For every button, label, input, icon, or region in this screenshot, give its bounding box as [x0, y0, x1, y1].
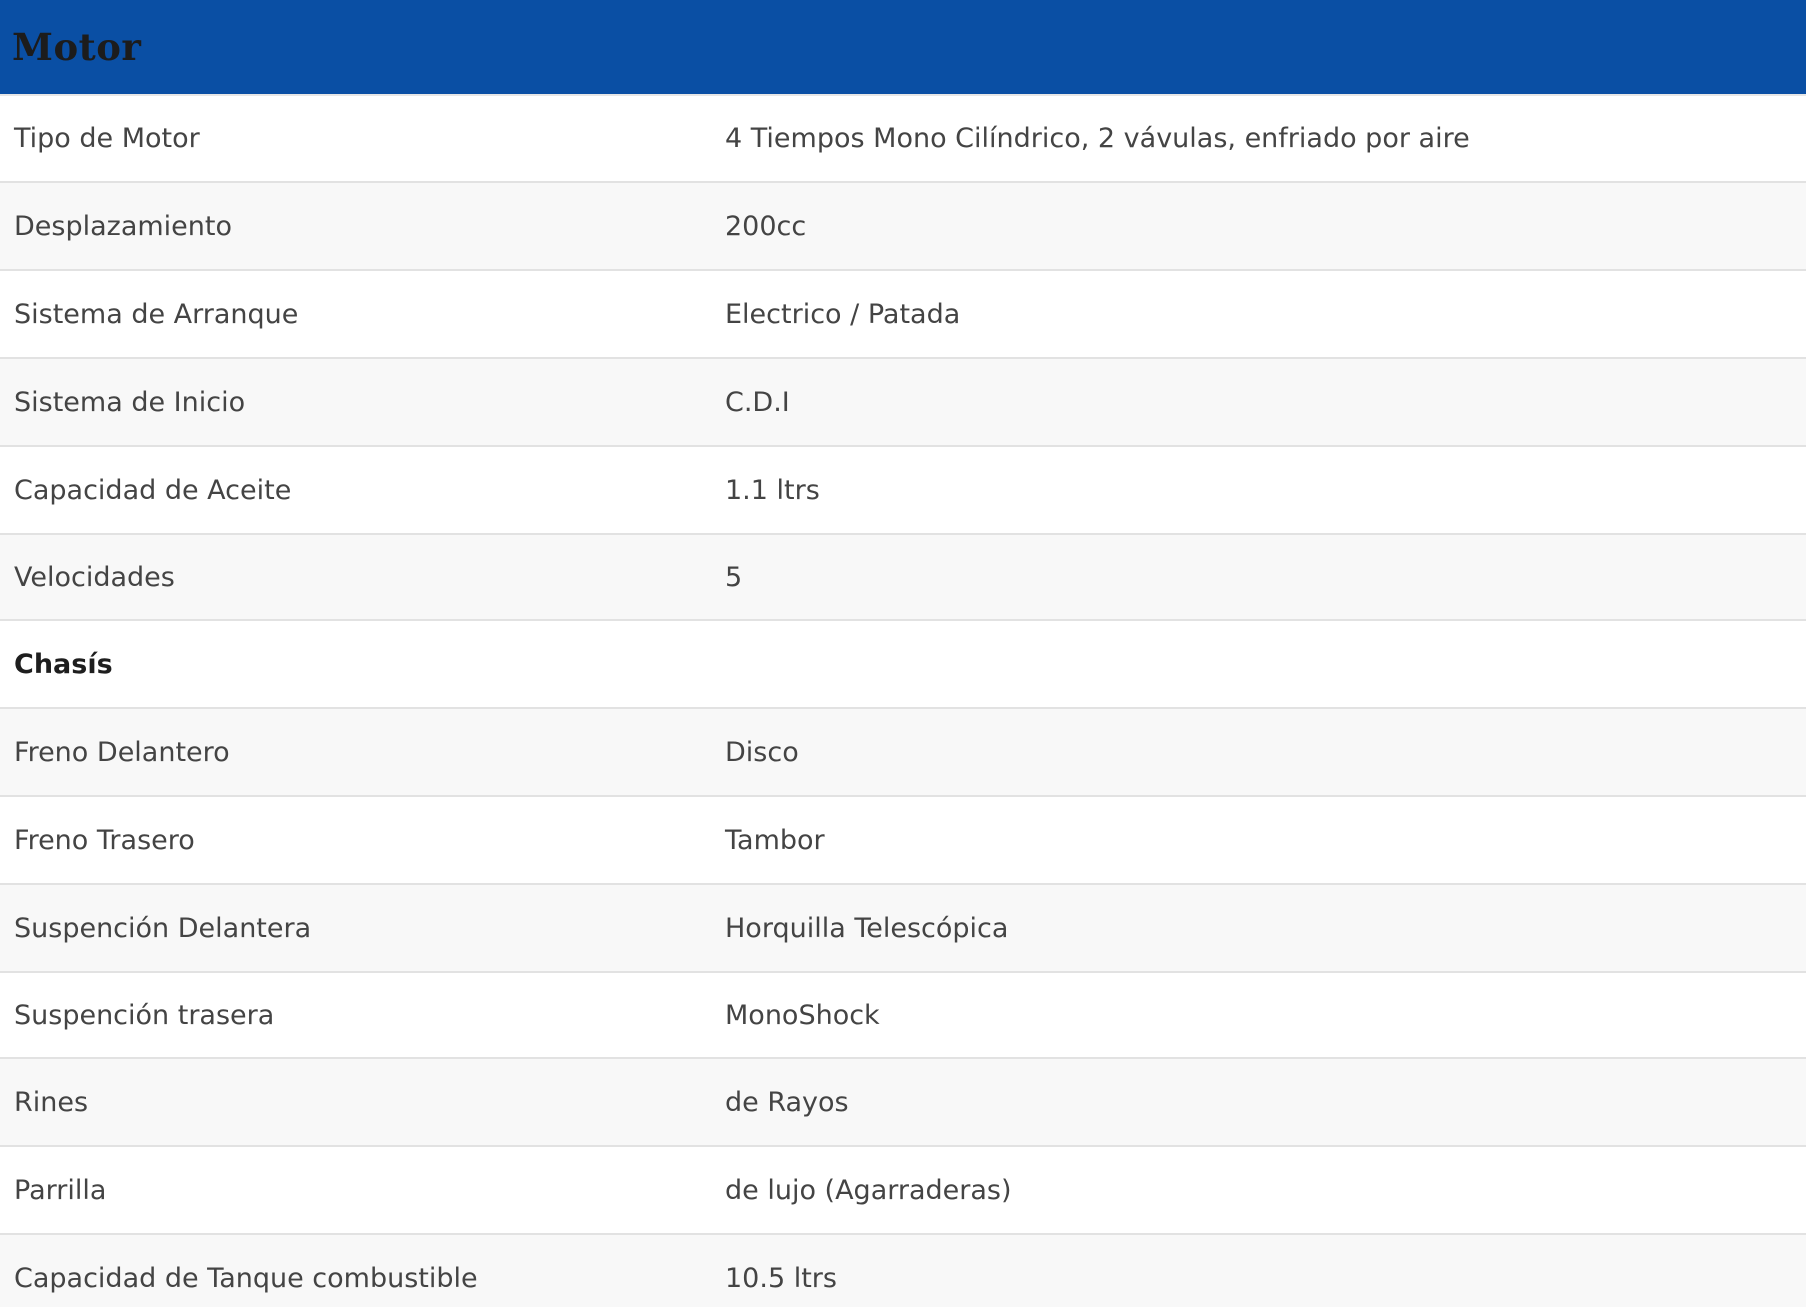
spec-row-freno-delantero: Freno Delantero Disco	[0, 709, 1806, 797]
spec-label: Capacidad de Aceite	[14, 474, 292, 506]
spec-label: Freno Trasero	[14, 824, 195, 856]
spec-value: C.D.I	[725, 386, 790, 418]
section-header-motor: Motor	[0, 0, 1806, 96]
spec-value: 200cc	[725, 210, 807, 242]
spec-label: Parrilla	[14, 1174, 107, 1206]
spec-row-capacidad-de-tanque: Capacidad de Tanque combustible 10.5 ltr…	[0, 1235, 1806, 1307]
spec-row-sistema-de-inicio: Sistema de Inicio C.D.I	[0, 359, 1806, 447]
spec-value: 4 Tiempos Mono Cilíndrico, 2 vávulas, en…	[725, 123, 1470, 154]
spec-row-desplazamiento: Desplazamiento 200cc	[0, 183, 1806, 271]
spec-row-parrilla: Parrilla de lujo (Agarraderas)	[0, 1147, 1806, 1235]
spec-label: Capacidad de Tanque combustible	[14, 1262, 478, 1294]
spec-label: Sistema de Arranque	[14, 298, 299, 330]
spec-value: Tambor	[725, 824, 825, 856]
section-title: Motor	[12, 25, 142, 69]
spec-label: Rines	[14, 1086, 89, 1118]
spec-label: Freno Delantero	[14, 736, 230, 768]
spec-value: 1.1 ltrs	[725, 474, 820, 506]
spec-label: Tipo de Motor	[14, 123, 200, 154]
spec-value: Disco	[725, 736, 799, 768]
spec-row-suspencion-trasera: Suspención trasera MonoShock	[0, 973, 1806, 1059]
spec-row-freno-trasero: Freno Trasero Tambor	[0, 797, 1806, 885]
spec-value: de Rayos	[725, 1086, 849, 1118]
spec-table: Motor Tipo de Motor 4 Tiempos Mono Cilín…	[0, 0, 1806, 1307]
spec-value: 5	[725, 561, 743, 593]
spec-rows: Tipo de Motor 4 Tiempos Mono Cilíndrico,…	[0, 96, 1806, 1307]
spec-label: Velocidades	[14, 561, 175, 593]
spec-value: de lujo (Agarraderas)	[725, 1174, 1012, 1206]
section-row-chasis: Chasís	[0, 621, 1806, 709]
spec-row-sistema-de-arranque: Sistema de Arranque Electrico / Patada	[0, 271, 1806, 359]
spec-row-tipo-de-motor: Tipo de Motor 4 Tiempos Mono Cilíndrico,…	[0, 96, 1806, 183]
spec-value: MonoShock	[725, 999, 880, 1031]
spec-label: Sistema de Inicio	[14, 386, 246, 418]
spec-value: 10.5 ltrs	[725, 1262, 837, 1294]
section-label: Chasís	[14, 648, 113, 680]
spec-value: Horquilla Telescópica	[725, 912, 1009, 944]
spec-row-rines: Rines de Rayos	[0, 1059, 1806, 1147]
spec-row-capacidad-de-aceite: Capacidad de Aceite 1.1 ltrs	[0, 447, 1806, 535]
spec-value: Electrico / Patada	[725, 298, 961, 330]
spec-label: Suspención trasera	[14, 999, 275, 1031]
spec-row-velocidades: Velocidades 5	[0, 535, 1806, 621]
spec-row-suspencion-delantera: Suspención Delantera Horquilla Telescópi…	[0, 885, 1806, 973]
spec-label: Desplazamiento	[14, 210, 233, 242]
spec-label: Suspención Delantera	[14, 912, 312, 944]
